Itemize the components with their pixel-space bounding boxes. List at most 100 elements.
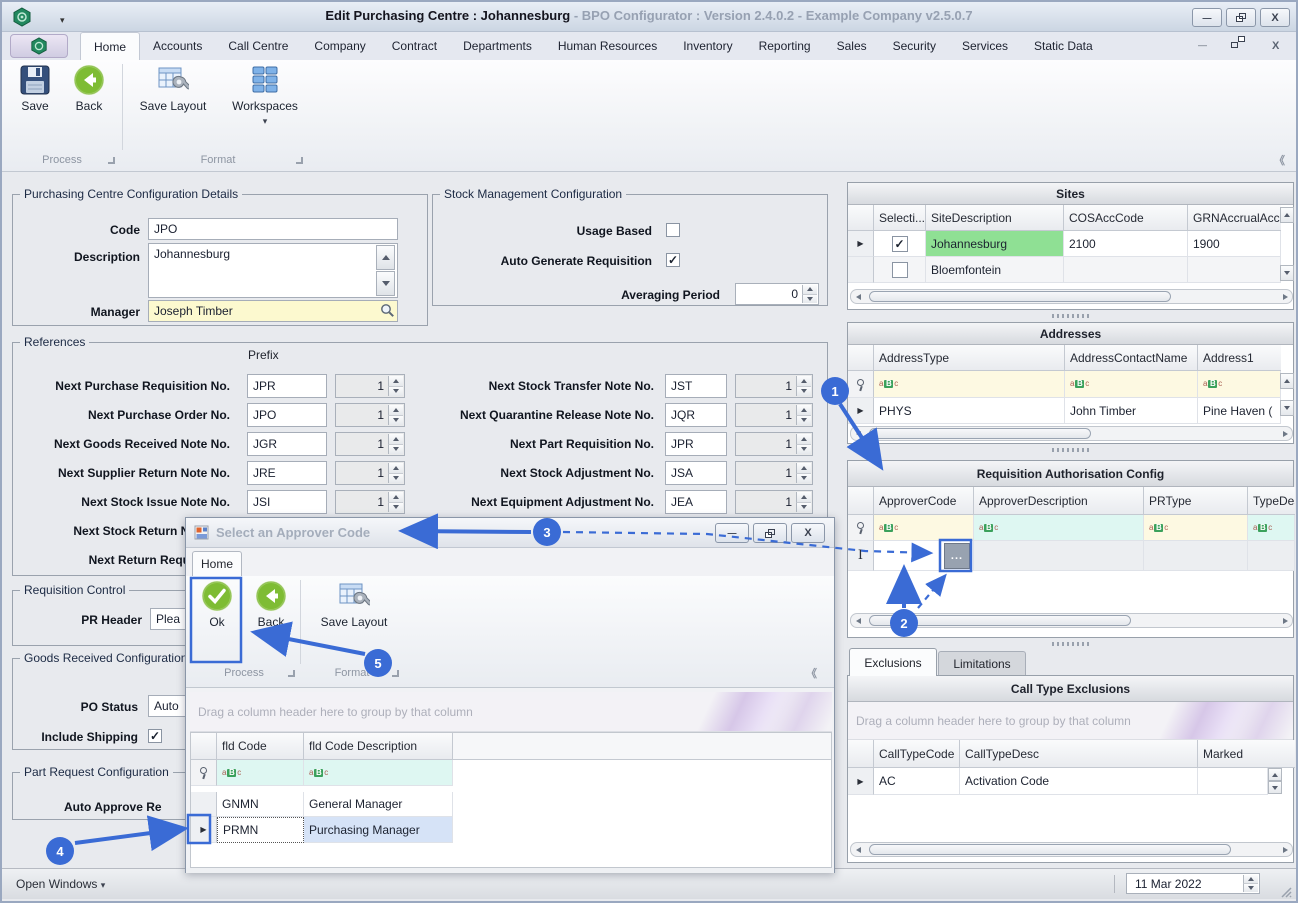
process-group-corner-icon[interactable] — [108, 157, 115, 164]
sites-row1-grn[interactable]: 1900 — [1188, 231, 1281, 257]
splitter-handle[interactable] — [847, 640, 1294, 648]
group-by-panel[interactable]: Drag a column header here to group by th… — [848, 702, 1293, 740]
scroll-right-icon[interactable] — [1278, 614, 1292, 627]
exclusions-col-marked[interactable]: Marked — [1198, 740, 1295, 768]
next-part-requisition-number[interactable]: 1 — [735, 432, 813, 456]
next-stock-transfer-number[interactable]: 1 — [735, 374, 813, 398]
req-auth-filter-approverdescription[interactable] — [974, 515, 1144, 541]
tab-services[interactable]: Services — [949, 32, 1021, 60]
site-selected-checkbox[interactable] — [891, 261, 908, 278]
sites-col-selected[interactable]: Selecti... — [874, 205, 926, 231]
scroll-right-icon[interactable] — [1278, 427, 1292, 440]
usage-based-checkbox[interactable] — [666, 223, 680, 237]
description-field[interactable]: Johannesburg — [148, 243, 398, 298]
auto-generate-requisition-checkbox[interactable]: ✓ — [666, 253, 680, 267]
exclusions-row1-marked[interactable] — [1198, 768, 1268, 795]
req-auth-filter-approvercode[interactable] — [874, 515, 974, 541]
scroll-thumb[interactable] — [869, 428, 1091, 439]
next-supplier-return-number[interactable]: 1 — [335, 461, 405, 485]
next-stock-transfer-prefix[interactable]: JST — [665, 374, 727, 398]
scroll-thumb[interactable] — [869, 615, 1131, 626]
tab-home[interactable]: Home — [80, 32, 141, 60]
scroll-left-icon[interactable] — [851, 427, 865, 440]
next-purchase-requisition-number[interactable]: 1 — [335, 374, 405, 398]
application-button[interactable] — [10, 34, 68, 58]
format-group-corner-icon[interactable] — [296, 157, 303, 164]
code-field[interactable]: JPO — [148, 218, 398, 240]
next-equipment-adjustment-number[interactable]: 1 — [735, 490, 813, 514]
dialog-maximize-button[interactable] — [753, 523, 787, 543]
description-scroll-up[interactable] — [376, 245, 395, 270]
next-quarantine-release-number[interactable]: 1 — [735, 403, 813, 427]
exclusions-scroll-up[interactable] — [1268, 768, 1282, 781]
sites-col-cosacccode[interactable]: COSAccCode — [1064, 205, 1188, 231]
addresses-filter-type[interactable] — [874, 371, 1065, 398]
tab-call-centre[interactable]: Call Centre — [215, 32, 301, 60]
tab-reporting[interactable]: Reporting — [746, 32, 824, 60]
approver-lookup-ellipsis-button[interactable]: ... — [944, 543, 970, 569]
tab-static-data[interactable]: Static Data — [1021, 32, 1106, 60]
exclusions-scroll-down[interactable] — [1268, 781, 1282, 794]
next-purchase-order-prefix[interactable]: JPO — [247, 403, 327, 427]
dialog-row2-code[interactable]: PRMN — [217, 817, 304, 843]
next-part-requisition-prefix[interactable]: JPR — [665, 432, 727, 456]
next-goods-received-number[interactable]: 1 — [335, 432, 405, 456]
req-auth-new-approverdescription-cell[interactable] — [974, 541, 1144, 571]
tab-inventory[interactable]: Inventory — [670, 32, 745, 60]
next-quarantine-release-prefix[interactable]: JQR — [665, 403, 727, 427]
tab-security[interactable]: Security — [880, 32, 949, 60]
addresses-row1-address1[interactable]: Pine Haven ( — [1198, 398, 1281, 424]
dialog-ok-button[interactable]: Ok — [194, 580, 240, 629]
exclusions-hscrollbar[interactable] — [850, 842, 1293, 857]
tab-contract[interactable]: Contract — [379, 32, 450, 60]
date-field[interactable]: 11 Mar 2022 — [1126, 873, 1260, 894]
req-auth-col-approvercode[interactable]: ApproverCode — [874, 487, 974, 515]
save-button[interactable]: Save — [12, 64, 58, 113]
workspaces-button[interactable]: Workspaces — [222, 64, 308, 127]
dialog-ribbon-collapse-icon[interactable]: 《 — [806, 665, 817, 681]
req-auth-col-typedesc[interactable]: TypeDes — [1248, 487, 1295, 515]
process-group-corner-icon[interactable] — [288, 670, 295, 677]
tab-accounts[interactable]: Accounts — [140, 32, 215, 60]
sites-col-sitedescription[interactable]: SiteDescription — [926, 205, 1064, 231]
splitter-handle[interactable] — [847, 446, 1294, 454]
sites-col-grnaccrual[interactable]: GRNAccrualAccC — [1188, 205, 1281, 231]
next-stock-adjustment-number[interactable]: 1 — [735, 461, 813, 485]
spinner-buttons[interactable] — [802, 285, 817, 303]
addresses-row1-contact[interactable]: John Timber — [1065, 398, 1198, 424]
dialog-close-button[interactable] — [791, 523, 825, 543]
req-auth-col-approverdescription[interactable]: ApproverDescription — [974, 487, 1144, 515]
scroll-right-icon[interactable] — [1278, 843, 1292, 856]
ribbon-close-icon[interactable]: X — [1272, 40, 1279, 52]
addresses-filter-address1[interactable] — [1198, 371, 1281, 398]
exclusions-col-calltypecode[interactable]: CallTypeCode — [874, 740, 960, 768]
minimize-button[interactable] — [1192, 8, 1222, 27]
sites-row2-selected-cell[interactable] — [874, 257, 926, 283]
ribbon-minimize-icon[interactable] — [1198, 40, 1207, 51]
resize-grip[interactable] — [1280, 886, 1292, 898]
exclusions-row1-desc[interactable]: Activation Code — [960, 768, 1198, 795]
scroll-left-icon[interactable] — [851, 843, 865, 856]
dialog-row1-code[interactable]: GNMN — [217, 792, 304, 817]
close-button[interactable] — [1260, 8, 1290, 27]
dialog-filter-fldcodedescription[interactable] — [304, 760, 453, 786]
dialog-row1-desc[interactable]: General Manager — [304, 792, 453, 817]
save-layout-button[interactable]: Save Layout — [130, 64, 216, 113]
req-auth-col-prtype[interactable]: PRType — [1144, 487, 1248, 515]
ribbon-collapse-icon[interactable]: 《 — [1274, 152, 1285, 168]
include-shipping-checkbox[interactable]: ✓ — [148, 729, 162, 743]
req-auth-hscrollbar[interactable] — [850, 613, 1293, 628]
next-stock-issue-number[interactable]: 1 — [335, 490, 405, 514]
addresses-scroll-down[interactable] — [1280, 400, 1294, 416]
scroll-thumb[interactable] — [869, 844, 1231, 855]
dialog-col-fldcodedescription[interactable]: fld Code Description — [304, 733, 453, 760]
req-auth-filter-prtype[interactable] — [1144, 515, 1248, 541]
dialog-col-fldcode[interactable]: fld Code — [217, 733, 304, 760]
back-button[interactable]: Back — [66, 64, 112, 113]
tab-limitations[interactable]: Limitations — [938, 651, 1026, 676]
sites-scroll-down[interactable] — [1280, 265, 1294, 281]
dialog-row2-desc[interactable]: Purchasing Manager — [304, 817, 453, 843]
dialog-tab-home[interactable]: Home — [192, 551, 242, 576]
sites-row2-grn[interactable] — [1188, 257, 1281, 283]
next-stock-adjustment-prefix[interactable]: JSA — [665, 461, 727, 485]
